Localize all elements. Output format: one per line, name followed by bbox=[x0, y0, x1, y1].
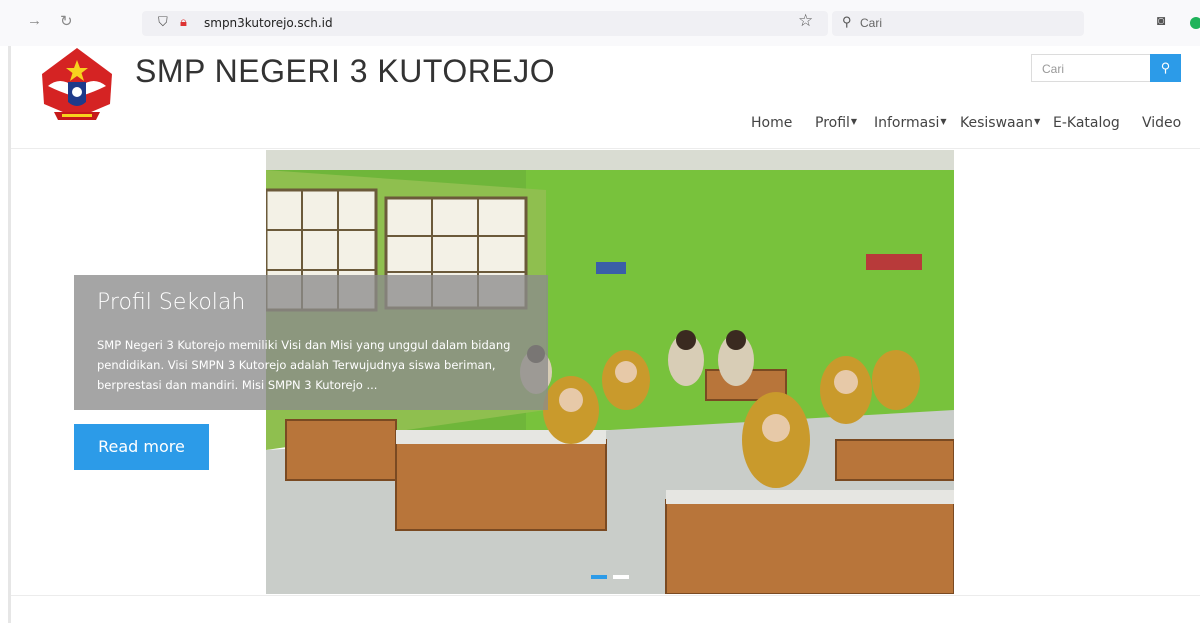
caret-down-icon: ▼ bbox=[940, 117, 947, 126]
site-title[interactable]: SMP NEGERI 3 KUTOREJO bbox=[135, 53, 555, 90]
caption-title: Profil Sekolah bbox=[97, 290, 246, 315]
search-icon: ⚲ bbox=[842, 14, 852, 29]
nav-label: Kesiswaan bbox=[960, 115, 1034, 131]
url-text[interactable]: smpn3kutorejo.sch.id bbox=[204, 16, 333, 30]
caret-down-icon: ▼ bbox=[850, 117, 858, 126]
nav-label: Profil bbox=[815, 115, 850, 131]
shield-icon[interactable]: ⛉ bbox=[158, 14, 168, 30]
read-more-button[interactable]: Read more bbox=[74, 424, 209, 470]
extension-icon[interactable] bbox=[1190, 17, 1200, 29]
pocket-icon[interactable]: ◙ bbox=[1157, 12, 1165, 28]
site-search-input[interactable]: Cari bbox=[1031, 54, 1151, 82]
nav-profil[interactable]: Profil▼ bbox=[815, 115, 857, 131]
slide-indicator-1[interactable] bbox=[591, 575, 607, 579]
arrow-right-icon[interactable]: → bbox=[27, 12, 42, 29]
nav-label: Home bbox=[751, 115, 793, 131]
browser-search-bar[interactable]: ⚲ Cari bbox=[832, 11, 1084, 36]
slide-caption: Profil Sekolah SMP Negeri 3 Kutorejo mem… bbox=[74, 275, 548, 410]
slide-indicator-2[interactable] bbox=[613, 575, 629, 579]
nav-label: Video bbox=[1142, 115, 1182, 131]
nav-e-katalog[interactable]: E-Katalog bbox=[1053, 115, 1120, 131]
nav-video[interactable]: Video bbox=[1142, 115, 1181, 131]
browser-search-placeholder: Cari bbox=[860, 16, 883, 30]
nav-informasi[interactable]: Informasi▼ bbox=[874, 115, 947, 131]
nav-label: Informasi bbox=[874, 115, 940, 131]
content-divider bbox=[11, 595, 1200, 596]
caption-text: SMP Negeri 3 Kutorejo memiliki Visi dan … bbox=[97, 338, 511, 392]
caret-down-icon: ▼ bbox=[1034, 117, 1041, 126]
address-bar[interactable]: ⛉ 🔒︎ smpn3kutorejo.sch.id bbox=[142, 11, 828, 36]
nav-kesiswaan[interactable]: Kesiswaan▼ bbox=[960, 115, 1040, 131]
lock-icon[interactable]: 🔒︎ bbox=[180, 14, 187, 30]
search-button[interactable]: ⚲ bbox=[1150, 54, 1181, 82]
reload-icon[interactable]: ↻ bbox=[60, 12, 73, 30]
bookmark-star-icon[interactable]: ☆ bbox=[798, 11, 813, 31]
header-divider bbox=[11, 148, 1200, 149]
nav-label: E-Katalog bbox=[1053, 115, 1120, 131]
search-icon: ⚲ bbox=[1160, 60, 1171, 75]
nav-home[interactable]: Home bbox=[751, 115, 792, 131]
main-navigation: Home Profil▼ Informasi▼ Kesiswaan▼ E-Kat… bbox=[0, 115, 1200, 135]
browser-toolbar: → ↻ ⛉ 🔒︎ smpn3kutorejo.sch.id ☆ ⚲ Cari ◙ bbox=[0, 0, 1200, 46]
